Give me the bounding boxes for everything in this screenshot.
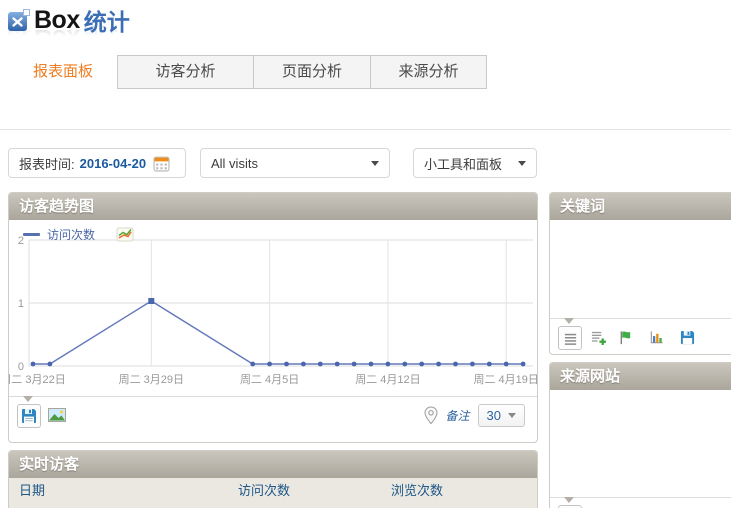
calendar-icon [153,155,170,172]
export-image-icon[interactable] [46,404,68,426]
report-date-value: 2016-04-20 [80,156,147,171]
referrer-websites-header[interactable]: 来源网站 [550,363,731,390]
column-date[interactable]: 日期 [9,478,238,508]
segment-selector[interactable]: All visits [200,148,390,178]
legend-series-label: 访问次数 [47,226,95,243]
referrer-websites-empty-body [550,390,731,497]
visits-evolution-widget: 访客趋势图 访问次数 012周二 3月22日周二 3月29日周二 4月5日周二 … [8,192,538,443]
goals-flag-icon[interactable] [614,326,636,348]
keywords-empty-body [550,220,731,318]
tab-dashboard[interactable]: 报表面板 [8,55,118,89]
svg-text:周二 3月22日: 周二 3月22日 [9,373,66,386]
visits-evolution-header[interactable]: 访客趋势图 [9,193,537,220]
visits-evolution-footer: 备注 30 [9,396,537,428]
brand-name: Box [34,6,80,35]
svg-text:周二 4月12日: 周二 4月12日 [355,373,420,386]
annotations-pin-icon[interactable] [424,406,438,425]
app-logo[interactable]: Box 统计 [8,3,130,37]
column-pageviews[interactable]: 浏览次数 [391,478,537,508]
chevron-down-icon [371,161,379,166]
chart-legend: 访问次数 [23,226,134,243]
all-columns-view-icon[interactable] [587,326,609,348]
keywords-footer [550,318,731,350]
filter-bar: 报表时间: 2016-04-20 All visits 小工具和面板 [8,148,731,178]
export-data-icon[interactable] [17,404,41,428]
visits-evolution-plot: 012周二 3月22日周二 3月29日周二 4月5日周二 4月12日周二 4月1… [9,232,537,390]
column-visits[interactable]: 访问次数 [238,478,391,508]
report-time-label: 报表时间: [19,154,75,173]
svg-text:周二 4月19日: 周二 4月19日 [473,373,537,386]
chevron-down-icon [518,161,526,166]
chart-footer-right: 备注 30 [424,404,525,427]
svg-text:周二 4月5日: 周二 4月5日 [240,373,299,386]
referrer-websites-widget: 来源网站 [549,362,731,508]
tab-visitors[interactable]: 访客分析 [117,55,254,89]
header-divider [0,129,731,130]
legend-series-dash [23,233,40,236]
tab-referrers[interactable]: 来源分析 [370,55,487,89]
series-picker-icon[interactable] [116,227,134,243]
brand-name-cn: 统计 [84,3,130,37]
footer-expander-icon[interactable] [23,396,33,402]
segment-value: All visits [211,156,258,171]
tab-pages[interactable]: 页面分析 [253,55,371,89]
box-logo-icon [8,9,30,32]
realtime-visitors-header[interactable]: 实时访客 [9,451,537,478]
visits-evolution-body: 访问次数 012周二 3月22日周二 3月29日周二 4月5日周二 4月12日周… [9,220,537,396]
widgets-button-label: 小工具和面板 [424,154,502,173]
date-range-selector[interactable]: 报表时间: 2016-04-20 [8,148,186,178]
keywords-header[interactable]: 关键词 [550,193,731,220]
footer-expander-icon[interactable] [564,497,574,503]
row-count-value: 30 [487,408,501,423]
svg-text:周二 3月29日: 周二 3月29日 [119,373,184,386]
referrer-websites-footer [550,497,731,508]
export-data-icon[interactable] [676,326,698,348]
table-view-icon[interactable] [558,326,582,350]
bar-chart-view-icon[interactable] [645,326,667,348]
keywords-widget: 关键词 [549,192,731,355]
realtime-visitors-widget: 实时访客 日期 访问次数 浏览次数 [8,450,538,508]
svg-text:1: 1 [18,298,24,310]
dashboard-page: Box 统计 报表面板 访客分析 页面分析 来源分析 报表时间: 2016-04… [0,0,731,508]
widgets-and-dashboard-button[interactable]: 小工具和面板 [413,148,537,178]
annotations-link[interactable]: 备注 [446,407,470,424]
chevron-down-icon [508,413,516,418]
svg-text:0: 0 [18,361,24,373]
main-nav-tabs: 报表面板 访客分析 页面分析 来源分析 [8,55,487,89]
row-count-select[interactable]: 30 [478,404,525,427]
realtime-table-header: 日期 访问次数 浏览次数 [9,478,537,508]
footer-expander-icon[interactable] [564,318,574,324]
